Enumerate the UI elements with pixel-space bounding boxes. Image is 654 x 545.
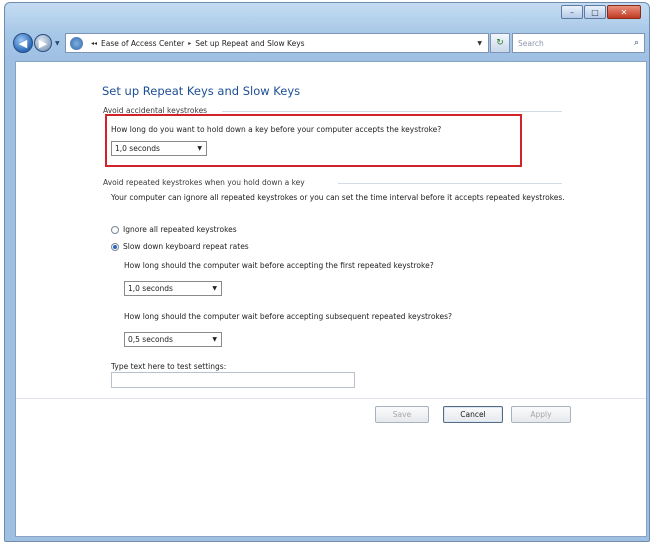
breadcrumb-separator-icon[interactable]: ◂◂	[91, 40, 97, 47]
divider	[338, 183, 562, 184]
accept-keystroke-delay-select[interactable]: 1,0 seconds ▼	[111, 141, 207, 156]
apply-button[interactable]: Apply	[511, 406, 571, 423]
window-controls: – □ ✕	[560, 5, 641, 21]
page-title: Set up Repeat Keys and Slow Keys	[102, 84, 301, 98]
subsequent-repeat-delay-select[interactable]: 0,5 seconds ▼	[124, 332, 222, 347]
maximize-icon[interactable]: □	[584, 5, 606, 19]
dropdown-arrow-icon: ▼	[212, 336, 217, 343]
first-repeat-delay-select[interactable]: 1,0 seconds ▼	[124, 281, 222, 296]
cancel-button[interactable]: Cancel	[443, 406, 503, 423]
window: – □ ✕ ◀ ▶ ▼ ◂◂ Ease of Access Center ▸ S…	[4, 2, 650, 542]
subsequent-repeat-question: How long should the computer wait before…	[124, 312, 453, 321]
divider	[16, 398, 646, 399]
hold-key-question: How long do you want to hold down a key …	[111, 125, 442, 134]
select-value: 0,5 seconds	[128, 335, 173, 344]
radio-button[interactable]	[111, 225, 119, 234]
back-arrow-icon[interactable]: ◀	[13, 33, 33, 53]
ignore-repeated-radio[interactable]: Ignore all repeated keystrokes	[111, 225, 237, 234]
radio-label: Ignore all repeated keystrokes	[123, 225, 237, 234]
radio-button-selected[interactable]	[111, 242, 119, 251]
close-icon[interactable]: ✕	[607, 5, 641, 19]
dropdown-arrow-icon: ▼	[212, 285, 217, 292]
test-settings-label: Type text here to test settings:	[111, 362, 227, 371]
select-value: 1,0 seconds	[115, 144, 160, 153]
breadcrumb-separator-icon[interactable]: ▸	[188, 40, 191, 47]
breadcrumb-current-page[interactable]: Set up Repeat and Slow Keys	[195, 39, 304, 48]
recent-pages-dropdown-icon[interactable]: ▼	[55, 40, 61, 47]
slow-down-repeat-radio[interactable]: Slow down keyboard repeat rates	[111, 242, 249, 251]
navigation-bar: ◀ ▶ ▼ ◂◂ Ease of Access Center ▸ Set up …	[13, 31, 645, 55]
radio-label: Slow down keyboard repeat rates	[123, 242, 249, 251]
first-repeat-question: How long should the computer wait before…	[124, 261, 434, 270]
main-content: Set up Repeat Keys and Slow Keys Avoid a…	[15, 61, 647, 537]
test-settings-input[interactable]	[111, 372, 355, 388]
save-button[interactable]: Save	[375, 406, 429, 423]
address-dropdown-icon[interactable]: ▼	[477, 40, 482, 47]
divider	[222, 111, 562, 112]
section-header-repeated: Avoid repeated keystrokes when you hold …	[103, 178, 305, 187]
search-placeholder: Search	[518, 38, 544, 48]
refresh-icon[interactable]: ↻	[490, 33, 510, 53]
address-bar[interactable]: ◂◂ Ease of Access Center ▸ Set up Repeat…	[65, 33, 489, 53]
search-icon[interactable]: ⌕	[634, 38, 639, 48]
repeat-description: Your computer can ignore all repeated ke…	[111, 193, 565, 202]
select-value: 1,0 seconds	[128, 284, 173, 293]
forward-arrow-icon[interactable]: ▶	[34, 34, 52, 52]
dropdown-arrow-icon: ▼	[197, 145, 202, 152]
minimize-icon[interactable]: –	[561, 5, 583, 19]
control-panel-icon	[70, 36, 83, 50]
search-input[interactable]: Search ⌕	[512, 33, 645, 53]
breadcrumb-ease-of-access-center[interactable]: Ease of Access Center	[101, 39, 184, 48]
